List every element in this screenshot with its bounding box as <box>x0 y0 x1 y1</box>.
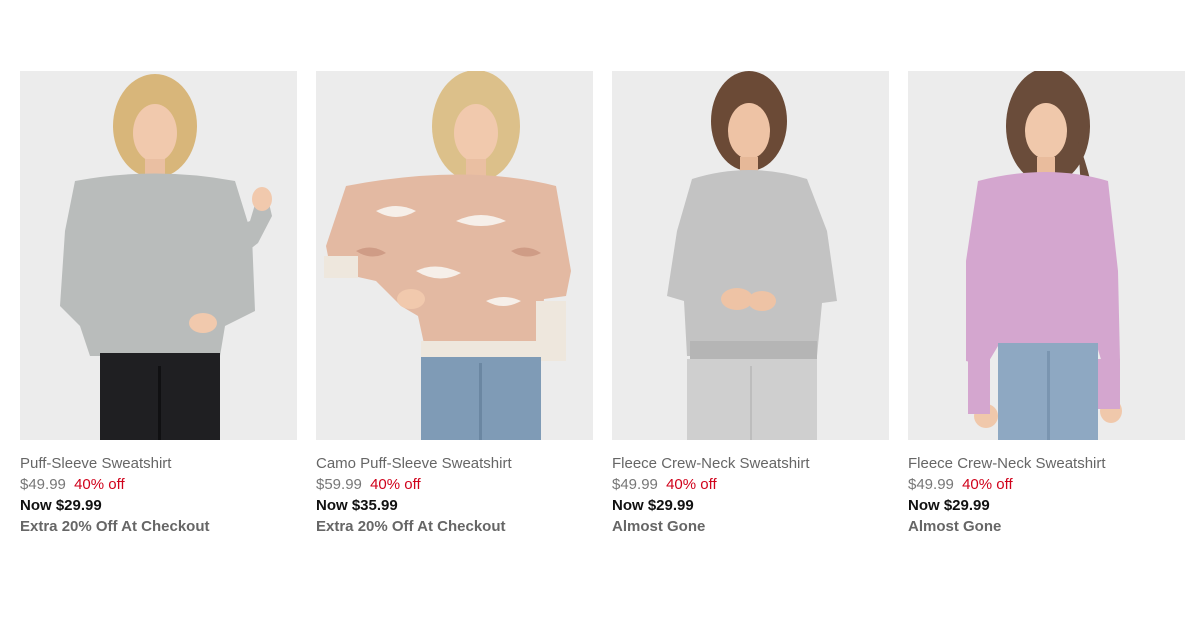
product-info: Puff-Sleeve Sweatshirt $49.99 40% off No… <box>20 440 297 537</box>
discount-badge: 40% off <box>370 476 421 493</box>
product-card[interactable]: Fleece Crew-Neck Sweatshirt $49.99 40% o… <box>908 71 1185 537</box>
model-pink-fleece-icon <box>908 71 1185 440</box>
promo-text: Almost Gone <box>908 518 1002 535</box>
product-card[interactable]: Fleece Crew-Neck Sweatshirt $49.99 40% o… <box>612 71 889 537</box>
product-image[interactable] <box>316 71 593 440</box>
promo-text: Extra 20% Off At Checkout <box>316 518 506 535</box>
discount-badge: 40% off <box>666 476 717 493</box>
price-row: $49.99 40% off <box>908 474 1185 495</box>
promo-text: Extra 20% Off At Checkout <box>20 518 210 535</box>
product-info: Camo Puff-Sleeve Sweatshirt $59.99 40% o… <box>316 440 593 537</box>
product-grid: Puff-Sleeve Sweatshirt $49.99 40% off No… <box>20 71 1185 537</box>
price-row: $49.99 40% off <box>612 474 889 495</box>
product-image[interactable] <box>612 71 889 440</box>
model-camo-puff-sleeve-icon <box>316 71 593 440</box>
price-row: $59.99 40% off <box>316 474 593 495</box>
product-name[interactable]: Fleece Crew-Neck Sweatshirt <box>908 453 1185 474</box>
product-image[interactable] <box>20 71 297 440</box>
sale-price: Now $35.99 <box>316 497 398 514</box>
original-price: $49.99 <box>20 476 66 493</box>
product-card[interactable]: Puff-Sleeve Sweatshirt $49.99 40% off No… <box>20 71 297 537</box>
product-card[interactable]: Camo Puff-Sleeve Sweatshirt $59.99 40% o… <box>316 71 593 537</box>
product-info: Fleece Crew-Neck Sweatshirt $49.99 40% o… <box>908 440 1185 537</box>
model-gray-fleece-icon <box>612 71 889 440</box>
model-gray-puff-sleeve-icon <box>20 71 297 440</box>
product-name[interactable]: Fleece Crew-Neck Sweatshirt <box>612 453 889 474</box>
sale-price: Now $29.99 <box>612 497 694 514</box>
product-name[interactable]: Puff-Sleeve Sweatshirt <box>20 453 297 474</box>
product-image[interactable] <box>908 71 1185 440</box>
discount-badge: 40% off <box>74 476 125 493</box>
price-row: $49.99 40% off <box>20 474 297 495</box>
discount-badge: 40% off <box>962 476 1013 493</box>
sale-price: Now $29.99 <box>20 497 102 514</box>
sale-price: Now $29.99 <box>908 497 990 514</box>
original-price: $59.99 <box>316 476 362 493</box>
product-name[interactable]: Camo Puff-Sleeve Sweatshirt <box>316 453 593 474</box>
product-info: Fleece Crew-Neck Sweatshirt $49.99 40% o… <box>612 440 889 537</box>
promo-text: Almost Gone <box>612 518 706 535</box>
original-price: $49.99 <box>612 476 658 493</box>
original-price: $49.99 <box>908 476 954 493</box>
